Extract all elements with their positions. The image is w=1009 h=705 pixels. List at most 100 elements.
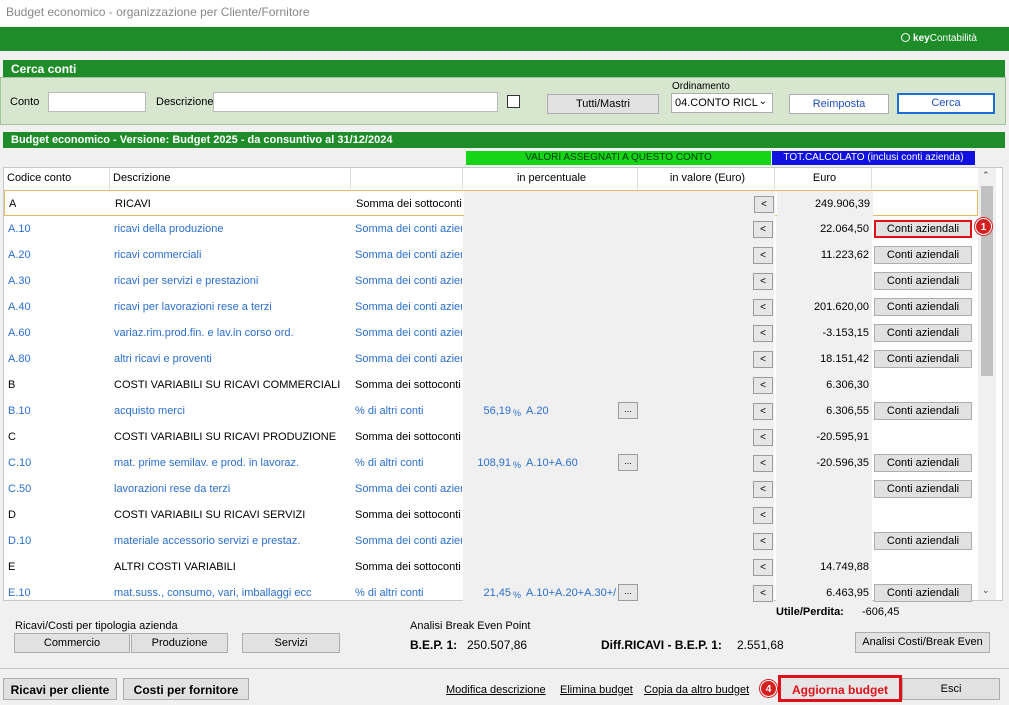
table-row[interactable]: A.40 ricavi per lavorazioni rese a terzi S… bbox=[4, 294, 978, 320]
percent-cell[interactable] bbox=[463, 502, 774, 528]
account-description: lavorazioni rese da terzi bbox=[114, 483, 231, 495]
conti-aziendali-button[interactable]: Conti aziendali bbox=[874, 584, 972, 602]
table-row[interactable]: A.30 ricavi per servizi e prestazioni Somm… bbox=[4, 268, 978, 294]
table-row[interactable]: D.10 materiale accessorio servizi e prest… bbox=[4, 528, 978, 554]
apply-total-button[interactable]: < bbox=[754, 196, 774, 213]
table-row[interactable]: C.10 mat. prime semilav. e prod. in lavor… bbox=[4, 450, 978, 476]
conti-aziendali-button[interactable]: Conti aziendali bbox=[874, 246, 972, 264]
apply-total-button[interactable]: < bbox=[753, 273, 773, 290]
percent-cell[interactable] bbox=[463, 268, 774, 294]
table-row[interactable]: C.50 lavorazioni rese da terzi Somma dei c… bbox=[4, 476, 978, 502]
table-row[interactable]: C COSTI VARIABILI SU RICAVI PRODUZIONE Som… bbox=[4, 424, 978, 450]
account-description: COSTI VARIABILI SU RICAVI COMMERCIALI bbox=[114, 379, 341, 391]
apply-total-button[interactable]: < bbox=[753, 325, 773, 342]
table-row[interactable]: D COSTI VARIABILI SU RICAVI SERVIZI Somma … bbox=[4, 502, 978, 528]
scrollbar-thumb[interactable] bbox=[981, 186, 993, 376]
conti-aziendali-button[interactable]: Conti aziendali bbox=[874, 480, 972, 498]
descrizione-input[interactable] bbox=[213, 92, 498, 112]
costi-per-fornitore-button[interactable]: Costi per fornitore bbox=[123, 678, 249, 700]
conti-aziendali-button[interactable]: Conti aziendali bbox=[874, 454, 972, 472]
account-description: mat. prime semilav. e prod. in lavoraz. bbox=[114, 457, 300, 469]
apply-total-button[interactable]: < bbox=[753, 351, 773, 368]
euro-value: 6.306,30 bbox=[826, 379, 869, 391]
conti-aziendali-button[interactable]: Conti aziendali bbox=[874, 298, 972, 316]
account-description: mat.suss., consumo, vari, imballaggi ecc bbox=[114, 587, 312, 599]
produzione-button[interactable]: Produzione bbox=[131, 633, 228, 653]
apply-total-button[interactable]: < bbox=[753, 377, 773, 394]
apply-total-button[interactable]: < bbox=[753, 429, 773, 446]
percent-cell[interactable] bbox=[463, 424, 774, 450]
apply-total-button[interactable]: < bbox=[753, 507, 773, 524]
conti-aziendali-button[interactable]: Conti aziendali bbox=[874, 324, 972, 342]
mastri-checkbox[interactable] bbox=[507, 95, 520, 108]
scroll-up-icon[interactable]: ⌃ bbox=[982, 170, 990, 181]
percent-cell[interactable] bbox=[463, 528, 774, 554]
table-row[interactable]: B.10 acquisto merci % di altri conti 56,19%… bbox=[4, 398, 978, 424]
apply-total-button[interactable]: < bbox=[753, 221, 773, 238]
ordinamento-select[interactable]: 04.CONTO RICL ⌄ bbox=[671, 93, 773, 113]
bep-title: Analisi Break Even Point bbox=[410, 620, 531, 632]
table-row[interactable]: A.80 altri ricavi e proventi Somma dei con… bbox=[4, 346, 978, 372]
apply-total-button[interactable]: < bbox=[753, 481, 773, 498]
table-row[interactable]: A.60 variaz.rim.prod.fin. e lav.in corso … bbox=[4, 320, 978, 346]
apply-total-button[interactable]: < bbox=[753, 247, 773, 264]
account-description: ricavi della produzione bbox=[114, 223, 224, 235]
select-accounts-button[interactable]: ... bbox=[618, 584, 638, 601]
tutti-mastri-button[interactable]: Tutti/Mastri bbox=[547, 94, 659, 114]
select-accounts-button[interactable]: ... bbox=[618, 402, 638, 419]
table-row[interactable]: E.10 mat.suss., consumo, vari, imballaggi… bbox=[4, 580, 978, 606]
cerca-button[interactable]: Cerca bbox=[897, 93, 995, 114]
account-code: D.10 bbox=[8, 535, 32, 547]
conti-aziendali-button[interactable]: Conti aziendali bbox=[874, 402, 972, 420]
col-percentuale-header: in percentuale bbox=[463, 168, 638, 189]
modifica-descrizione-link[interactable]: Modifica descrizione bbox=[446, 684, 546, 696]
apply-total-button[interactable]: < bbox=[753, 559, 773, 576]
percent-reference: A.20 bbox=[526, 405, 549, 417]
account-description: acquisto merci bbox=[114, 405, 185, 417]
percent-cell[interactable] bbox=[463, 372, 774, 398]
percent-value: 56,19 bbox=[483, 405, 511, 417]
esci-button[interactable]: Esci bbox=[902, 678, 1000, 700]
percent-cell[interactable] bbox=[463, 476, 774, 502]
percent-cell[interactable] bbox=[463, 320, 774, 346]
table-row[interactable]: A.20 ricavi commerciali Somma dei conti az… bbox=[4, 242, 978, 268]
account-code: D bbox=[8, 509, 16, 521]
conti-aziendali-button[interactable]: Conti aziendali bbox=[874, 272, 972, 290]
percent-cell[interactable] bbox=[464, 191, 775, 217]
percent-cell[interactable] bbox=[463, 554, 774, 580]
commercio-button[interactable]: Commercio bbox=[14, 633, 130, 653]
percent-cell[interactable] bbox=[463, 216, 774, 242]
apply-total-button[interactable]: < bbox=[753, 299, 773, 316]
utile-value: -606,45 bbox=[862, 606, 900, 618]
calculation-type: % di altri conti bbox=[355, 587, 424, 599]
copia-budget-link[interactable]: Copia da altro budget bbox=[644, 684, 749, 696]
select-accounts-button[interactable]: ... bbox=[618, 454, 638, 471]
percent-cell[interactable] bbox=[463, 242, 774, 268]
table-row[interactable]: A.10 ricavi della produzione Somma dei con… bbox=[4, 216, 978, 242]
conti-aziendali-button[interactable]: Conti aziendali bbox=[874, 350, 972, 368]
aggiorna-budget-button[interactable]: Aggiorna budget bbox=[778, 675, 902, 702]
table-row[interactable]: A RICAVI Somma dei sottoconti <249.906,39 bbox=[4, 190, 978, 217]
conti-aziendali-button[interactable]: Conti aziendali bbox=[874, 220, 972, 238]
table-row[interactable]: B COSTI VARIABILI SU RICAVI COMMERCIALI So… bbox=[4, 372, 978, 398]
scroll-down-icon[interactable]: ⌄ bbox=[982, 585, 990, 596]
apply-total-button[interactable]: < bbox=[753, 403, 773, 420]
calculation-type: Somma dei conti azien bbox=[355, 483, 462, 495]
conti-aziendali-button[interactable]: Conti aziendali bbox=[874, 532, 972, 550]
conto-input[interactable] bbox=[48, 92, 146, 112]
apply-total-button[interactable]: < bbox=[753, 585, 773, 602]
calculation-type: Somma dei conti azien bbox=[355, 223, 462, 235]
apply-total-button[interactable]: < bbox=[753, 533, 773, 550]
reimposta-button[interactable]: Reimposta bbox=[789, 94, 889, 114]
chevron-down-icon: ⌄ bbox=[758, 96, 767, 107]
percent-cell[interactable] bbox=[463, 294, 774, 320]
servizi-button[interactable]: Servizi bbox=[242, 633, 340, 653]
percent-cell[interactable] bbox=[463, 346, 774, 372]
euro-cell bbox=[776, 268, 872, 294]
percent-sign: % bbox=[513, 590, 522, 600]
apply-total-button[interactable]: < bbox=[753, 455, 773, 472]
ricavi-per-cliente-button[interactable]: Ricavi per cliente bbox=[3, 678, 117, 700]
analisi-costi-button[interactable]: Analisi Costi/Break Even bbox=[855, 632, 990, 653]
table-row[interactable]: E ALTRI COSTI VARIABILI Somma dei sottocon… bbox=[4, 554, 978, 580]
elimina-budget-link[interactable]: Elimina budget bbox=[560, 684, 633, 696]
